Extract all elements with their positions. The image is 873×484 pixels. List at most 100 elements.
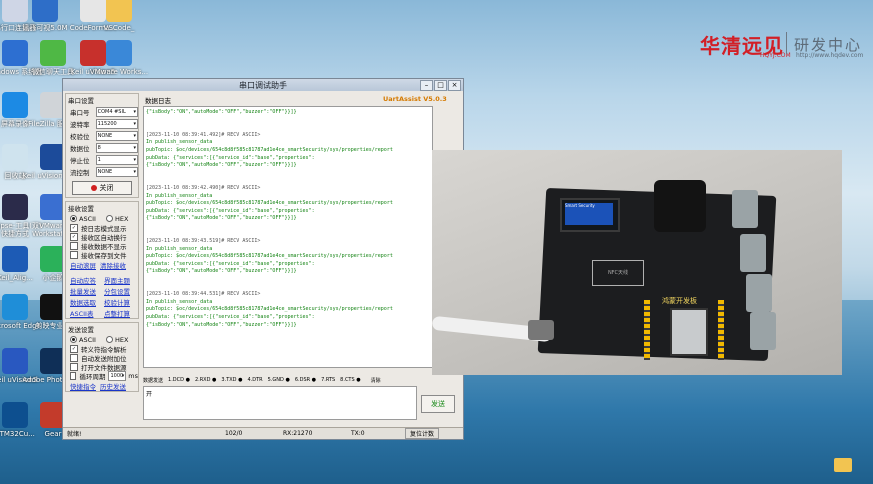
receive-settings-group: 接收设置 ASCII HEX ✓ 按日志模式显示 ✓ 接收区自动换行 接收数据不显示 接收…: [65, 201, 139, 319]
pin-indicator[interactable]: 3.TXD ●: [221, 377, 242, 383]
send-history-link[interactable]: 历史发送: [100, 381, 126, 391]
option-checkbox[interactable]: [70, 250, 78, 259]
nfc-antenna: NFC天线: [592, 260, 644, 286]
tool-link[interactable]: 界面主题: [104, 275, 134, 285]
option-checkbox[interactable]: ✓: [70, 344, 78, 353]
pin-indicator[interactable]: 6.DSR ●: [295, 377, 316, 383]
tool-row: 数据选取 校验计算: [66, 296, 138, 307]
port-field-label: 数据位: [70, 145, 90, 153]
desktop-shortcut-label: VMware Works...: [89, 68, 149, 76]
close-port-label: 关闭: [99, 184, 114, 192]
option-checkbox[interactable]: [70, 362, 78, 371]
recv-ascii-radio[interactable]: [70, 215, 77, 222]
option-checkbox[interactable]: [70, 353, 78, 362]
desktop-shortcut[interactable]: VSCode_: [88, 0, 150, 32]
pin-indicator[interactable]: 1.DCD ●: [168, 377, 190, 383]
cycle-unit: ms: [128, 371, 138, 380]
tool-link[interactable]: 自动应答: [70, 275, 100, 285]
port-field-select[interactable]: 8: [95, 143, 138, 153]
desktop-shortcut-label: 小企鹅: [42, 274, 64, 282]
log-line: {"isBody":"ON","autoMode":"OFF","buzzer"…: [146, 162, 297, 169]
tool-link[interactable]: 校验计算: [104, 297, 134, 307]
reset-count-button[interactable]: 复位计数: [405, 428, 440, 439]
port-field-select[interactable]: 115200: [95, 119, 138, 129]
log-line: {"isBody":"ON","autoMode":"OFF","buzzer"…: [146, 268, 297, 275]
port-field-select[interactable]: COM4 #SIL: [95, 107, 138, 117]
folder-icon: [106, 0, 132, 22]
option-checkbox[interactable]: ✓: [70, 223, 78, 232]
send-button[interactable]: 发送: [421, 395, 455, 413]
receive-log[interactable]: {"isBody":"ON","autoMode":"OFF","buzzer"…: [143, 106, 433, 368]
tool-link[interactable]: 点整打算: [104, 308, 134, 318]
log-line: pubTopic: $oc/devices/654c8d8f585c81787a…: [146, 306, 393, 313]
board-label: 鸿蒙开发板: [662, 297, 697, 305]
pin-indicator[interactable]: 7.RTS: [321, 377, 335, 383]
option-checkbox[interactable]: [70, 241, 78, 250]
close-port-button[interactable]: 关闭: [72, 181, 132, 195]
clear-receive-link[interactable]: 清除接收: [100, 260, 126, 270]
pin-indicator[interactable]: 2.RXD ●: [195, 377, 216, 383]
rj45-port: [750, 312, 776, 350]
send-hex-radio[interactable]: [105, 336, 113, 343]
pin-indicator[interactable]: 5.GND ●: [268, 377, 290, 383]
log-line: [2023-11-10 08:39:41.492]# RECV ASCII>: [146, 131, 261, 138]
port-field-select[interactable]: NONE: [95, 131, 138, 141]
option-row: 接收保存到文件: [66, 250, 138, 260]
dev-board-photo: Smart Security NFC天线 鸿蒙开发板: [432, 150, 842, 375]
desktop-shortcut[interactable]: VMware Works...: [88, 40, 150, 76]
quick-commands-link[interactable]: 快捷指令: [70, 381, 96, 391]
option-checkbox[interactable]: [70, 371, 77, 380]
send-input[interactable]: 开: [143, 386, 417, 420]
port-field-select[interactable]: 1: [95, 155, 138, 165]
maximize-button[interactable]: □: [434, 80, 447, 91]
minimize-button[interactable]: –: [420, 80, 433, 91]
status-ready: 就绪!: [67, 431, 82, 438]
pin-indicator[interactable]: 4.DTR: [247, 377, 262, 383]
log-line: [2023-11-10 08:39:43.519]# RECV ASCII>: [146, 238, 261, 245]
tool-link[interactable]: 批量发送: [70, 286, 100, 296]
port-field-label: 串口号: [70, 109, 90, 117]
auto-scroll-link[interactable]: 自动滚屏: [70, 260, 96, 270]
logo-divider: [786, 32, 787, 54]
pin-header: [718, 300, 724, 360]
window-titlebar[interactable]: 串口调试助手 – □ ×: [63, 79, 463, 91]
port-field-row: 校验位 NONE: [66, 130, 138, 142]
send-ascii-radio[interactable]: [70, 336, 77, 343]
log-line: In publish_sensor_data: [146, 192, 213, 199]
recv-hex-radio[interactable]: [105, 215, 113, 222]
option-checkbox[interactable]: ✓: [70, 232, 78, 241]
tool-link[interactable]: ASCII表: [70, 308, 100, 318]
pin-indicator[interactable]: 8.CTS ●: [340, 377, 360, 383]
serial-assistant-window: 串口调试助手 – □ × 串口设置 串口号COM4 #SIL波特率115200校…: [62, 78, 464, 440]
wifi-module: [670, 308, 708, 356]
send-tab[interactable]: 数据发送: [143, 377, 163, 384]
log-tab[interactable]: 数据日志: [145, 95, 171, 105]
cycle-period-input[interactable]: 1000: [108, 370, 127, 381]
desktop-shortcut-label: 讯飞可视5.0M: [22, 24, 68, 32]
window-title: 串口调试助手: [239, 81, 287, 90]
hqyj-logo: 华清远见 HQYJ.COM 研发中心 http://www.hqdev.com: [700, 30, 863, 59]
version-label[interactable]: UartAssist V5.0.3: [383, 95, 447, 103]
tool-link[interactable]: 分包设置: [104, 286, 134, 296]
clear-send-button[interactable]: 清除: [371, 377, 381, 384]
port-field-row: 串口号 COM4 #SIL: [66, 106, 138, 118]
close-window-button[interactable]: ×: [448, 80, 461, 91]
log-line: pubData: {"services":[{"service_id":"bas…: [146, 260, 315, 267]
folder-icon[interactable]: [834, 458, 852, 472]
log-line: pubTopic: $oc/devices/654c8d8f585c81787a…: [146, 146, 393, 153]
port-field-label: 波特率: [70, 121, 90, 129]
tool-row: 自动应答 界面主题: [66, 274, 138, 285]
status-bar: 就绪! 102/0 RX:21270 TX:0 复位计数: [63, 427, 463, 439]
oled-screen-text: Smart Security: [565, 203, 613, 225]
port-field-select[interactable]: NONE: [95, 167, 138, 177]
tool-link[interactable]: 数据选取: [70, 297, 100, 307]
pin-header: [644, 300, 650, 360]
desktop-shortcut-label: VSCode_: [103, 24, 135, 32]
log-line: In publish_sensor_data: [146, 139, 213, 146]
port-settings-group: 串口设置 串口号COM4 #SIL波特率115200校验位NONE数据位8停止位…: [65, 93, 139, 198]
log-line: pubData: {"services":[{"service_id":"bas…: [146, 154, 315, 161]
